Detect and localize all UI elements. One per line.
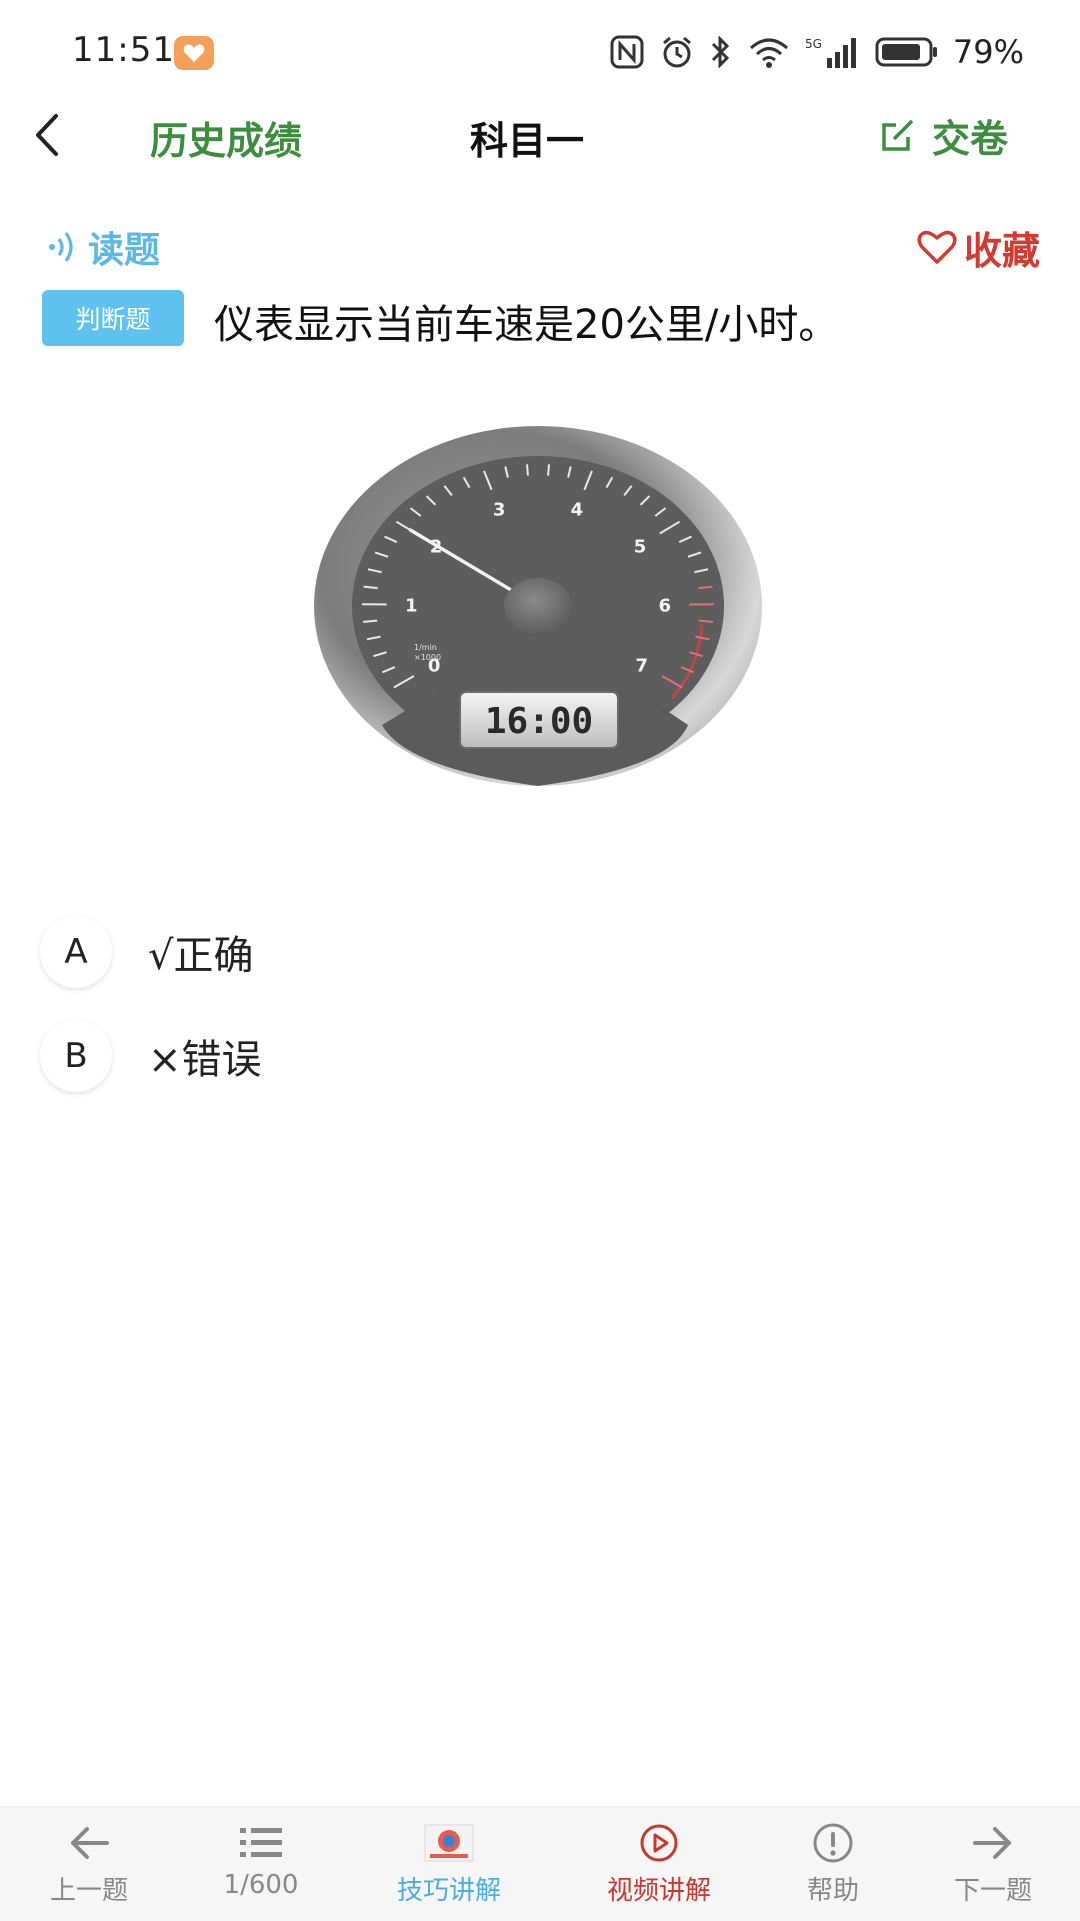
tips-image-icon — [424, 1820, 474, 1866]
option-b-text: ×错误 — [148, 1027, 262, 1085]
gauge-display-text: 16:00 — [485, 701, 593, 742]
video-tab[interactable]: 视频讲解 — [574, 1820, 744, 1916]
question-image: 01234567 1/min ×1000 16:00 — [310, 420, 770, 790]
history-scores-button[interactable]: 历史成绩 — [150, 110, 302, 165]
progress-label: 1/600 — [224, 1870, 299, 1900]
svg-text:5G: 5G — [805, 37, 822, 51]
video-label: 视频讲解 — [607, 1870, 711, 1907]
gauge-scale-number: 6 — [658, 596, 671, 617]
tips-label: 技巧讲解 — [397, 1870, 501, 1907]
bluetooth-icon — [709, 34, 733, 70]
tachometer-image: 01234567 1/min ×1000 16:00 — [310, 420, 770, 790]
gauge-minor-tick — [363, 621, 377, 622]
gauge-scale-number: 4 — [571, 500, 584, 521]
gauge-minor-tick — [527, 464, 528, 475]
gauge-scale-number: 1 — [405, 596, 418, 617]
gauge-scale-number: 3 — [493, 500, 506, 521]
heart-icon — [916, 228, 958, 266]
back-button[interactable] — [22, 110, 82, 160]
progress-tab[interactable]: 1/600 — [176, 1820, 346, 1916]
battery-icon — [875, 35, 939, 69]
help-tab[interactable]: 帮助 — [748, 1820, 918, 1916]
nfc-icon — [609, 34, 645, 70]
gauge-scale-number: 5 — [634, 536, 647, 557]
question-type-tag: 判断题 — [42, 290, 184, 346]
wifi-icon — [747, 34, 791, 70]
status-bar: 11:51 5G 79% — [0, 0, 1080, 100]
list-icon — [238, 1820, 284, 1866]
app-notification-icon — [174, 36, 214, 70]
help-label: 帮助 — [807, 1870, 859, 1907]
favorite-label: 收藏 — [964, 220, 1040, 275]
tips-tab[interactable]: 技巧讲解 — [364, 1820, 534, 1916]
help-icon — [811, 1820, 855, 1866]
read-label: 读题 — [88, 221, 160, 273]
chevron-left-icon — [22, 110, 82, 160]
option-b[interactable]: B ×错误 — [40, 1016, 262, 1096]
arrow-right-icon — [971, 1820, 1015, 1866]
gauge-scale-number: 7 — [636, 656, 649, 677]
submit-label: 交卷 — [932, 108, 1008, 163]
gauge-unit-line-1: 1/min — [414, 643, 437, 652]
gauge-minor-tick — [548, 464, 549, 475]
status-icons: 5G 79% — [609, 32, 1024, 72]
next-question-label: 下一题 — [954, 1870, 1032, 1907]
alarm-icon — [659, 34, 695, 70]
arrow-left-icon — [67, 1820, 111, 1866]
signal-icon: 5G — [805, 34, 861, 70]
prev-question-tab[interactable]: 上一题 — [4, 1820, 174, 1916]
option-a[interactable]: A √正确 — [40, 912, 254, 992]
favorite-button[interactable]: 收藏 — [916, 222, 1040, 272]
next-question-tab[interactable]: 下一题 — [908, 1820, 1078, 1916]
edit-icon — [878, 115, 918, 155]
option-a-text: √正确 — [148, 923, 254, 981]
play-icon — [637, 1820, 681, 1866]
page-title: 科目一 — [470, 110, 584, 165]
prev-question-label: 上一题 — [50, 1870, 128, 1907]
option-b-letter: B — [40, 1020, 112, 1092]
gauge-unit-line-2: ×1000 — [414, 653, 441, 662]
battery-percent: 79% — [953, 33, 1024, 71]
submit-button[interactable]: 交卷 — [878, 110, 1008, 160]
option-a-letter: A — [40, 916, 112, 988]
read-question-button[interactable]: 读题 — [46, 222, 160, 272]
gauge-minor-tick — [699, 621, 713, 622]
status-time: 11:51 — [72, 30, 175, 70]
sound-waves-icon — [46, 227, 80, 267]
gauge-hub — [504, 578, 572, 634]
question-text: 仪表显示当前车速是20公里/小时。 — [214, 292, 838, 350]
